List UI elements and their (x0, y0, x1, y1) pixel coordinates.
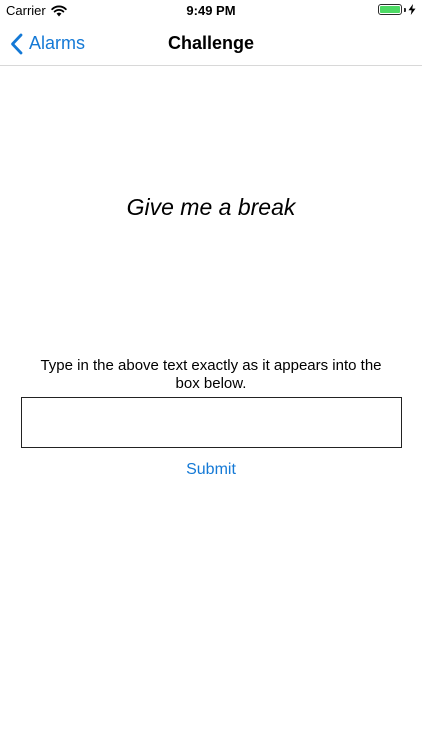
battery-icon (378, 4, 402, 15)
status-time: 9:49 PM (186, 3, 236, 18)
instructions-text: Type in the above text exactly as it app… (40, 357, 382, 392)
navigation-bar: Alarms Challenge (0, 22, 422, 66)
answer-input[interactable] (21, 397, 402, 448)
charging-bolt-icon (408, 4, 416, 15)
submit-button[interactable]: Submit (151, 458, 271, 482)
status-bar: Carrier 9:49 PM (0, 0, 422, 22)
challenge-phrase: Give me a break (126, 194, 296, 220)
back-button-label: Alarms (29, 33, 86, 53)
chevron-left-icon (11, 33, 23, 54)
battery-level-fill (380, 6, 400, 13)
back-button[interactable]: Alarms (10, 22, 85, 65)
battery-indicator (378, 4, 416, 15)
battery-nub (404, 7, 406, 12)
